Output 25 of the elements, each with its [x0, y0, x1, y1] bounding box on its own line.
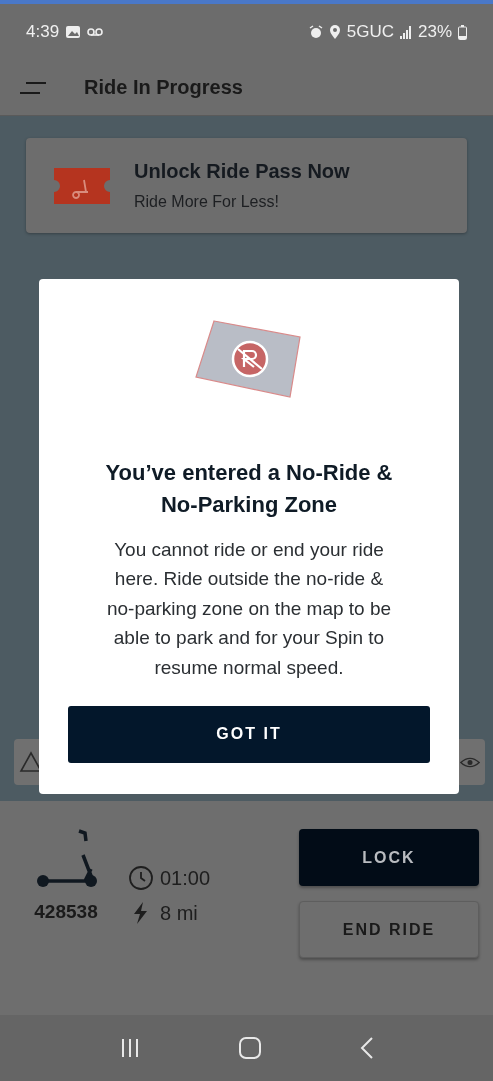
battery-icon — [458, 24, 467, 40]
promo-title: Unlock Ride Pass Now — [134, 160, 350, 183]
ride-duration: 01:00 — [160, 866, 211, 890]
battery-level: 23% — [417, 22, 452, 42]
alarm-icon — [308, 25, 323, 39]
ticket-icon — [54, 167, 110, 204]
voicemail-icon — [87, 27, 104, 37]
image-icon — [65, 25, 82, 39]
vehicle-id: 428538 — [34, 901, 98, 923]
clock-icon — [128, 865, 154, 891]
location-icon — [328, 24, 341, 40]
lock-button[interactable]: LOCK — [299, 829, 479, 886]
dialog-message: You cannot ride or end your ride here. Ride outside the no-ride & no-parking zone on the map to be able to park and for your Spin to resume normal speed. — [105, 537, 393, 680]
back-icon[interactable] — [358, 1036, 375, 1060]
ride-range: 8 mi — [160, 901, 198, 925]
home-icon[interactable] — [237, 1036, 262, 1060]
signal-icon — [399, 25, 412, 39]
menu-icon[interactable] — [18, 80, 48, 95]
screen-title: Ride In Progress — [84, 76, 243, 99]
dialog-title: You’ve entered a No-Ride & No-Parking Zone — [104, 459, 394, 519]
network-type: 5GUC — [346, 22, 394, 42]
promo-subtitle: Ride More For Less! — [134, 193, 280, 211]
no-parking-zone-icon — [194, 319, 304, 399]
got-it-button[interactable]: GOT IT — [68, 705, 430, 763]
status-time: 4:39 — [26, 22, 60, 42]
